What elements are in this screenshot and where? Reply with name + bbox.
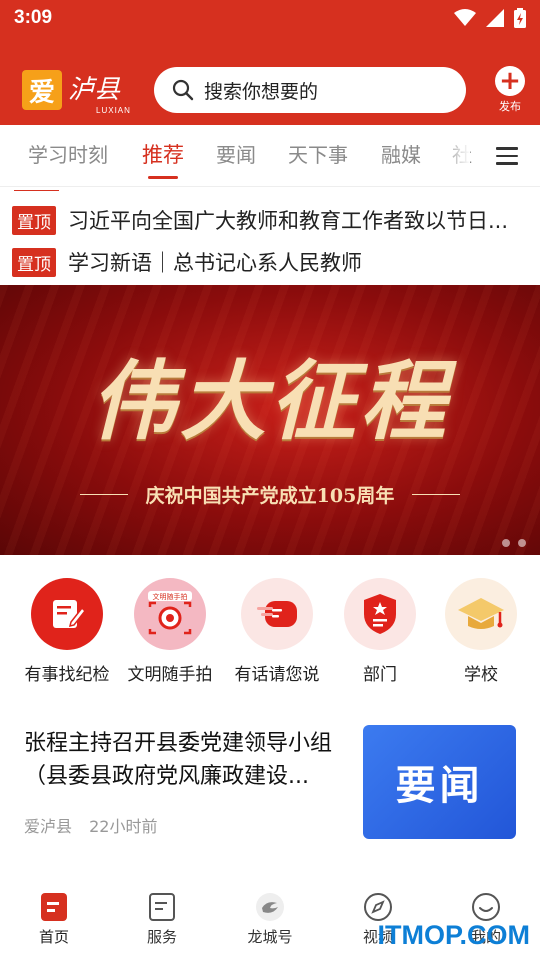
top-bar: 3:09 爱 泸县 LUXIAN 搜索你想要的 + 发布 xyxy=(0,0,540,125)
tab-headlines[interactable]: 要闻 xyxy=(216,139,256,168)
news-source: 爱泸县 xyxy=(24,817,73,836)
system-icons xyxy=(454,8,526,28)
publish-button[interactable]: + 发布 xyxy=(490,66,530,114)
wifi-icon xyxy=(454,9,476,26)
news-title: 张程主持召开县委党建领导小组（县委县政府党风廉政建设... xyxy=(24,731,333,789)
banner-subtitle-row: 庆祝中国共产党成立105周年 xyxy=(0,481,540,508)
banner-title: 伟大征程 xyxy=(90,351,450,452)
search-bar[interactable]: 搜索你想要的 xyxy=(154,67,466,113)
quick-action-label: 有事找纪检 xyxy=(24,665,110,685)
status-time: 3:09 xyxy=(14,7,53,28)
graduation-cap-icon xyxy=(445,578,517,650)
compass-icon xyxy=(363,892,393,922)
pinned-tag: 置顶 xyxy=(12,205,56,235)
tab-study-moment[interactable]: 学习时刻 xyxy=(28,139,108,168)
nav-longcheng[interactable]: 龙城号 xyxy=(230,892,310,947)
menu-icon[interactable] xyxy=(496,147,518,170)
quick-action-label: 部门 xyxy=(363,665,397,685)
shield-icon xyxy=(344,578,416,650)
pin-divider xyxy=(14,190,59,191)
edit-icon xyxy=(31,578,103,650)
service-icon xyxy=(147,892,177,922)
logo-sub: LUXIAN xyxy=(96,106,131,115)
pinned-item[interactable]: 置顶 习近平向全国广大教师和教育工作者致以节日... xyxy=(12,205,532,235)
app-header: 爱 泸县 LUXIAN 搜索你想要的 + 发布 xyxy=(0,66,540,115)
quick-action-departments[interactable]: 部门 xyxy=(328,578,432,685)
battery-icon xyxy=(514,8,526,28)
news-meta: 爱泸县 22小时前 xyxy=(24,813,157,837)
carousel-dot[interactable] xyxy=(502,539,510,547)
tab-recommend[interactable]: 推荐 xyxy=(142,139,184,169)
status-bar: 3:09 xyxy=(0,0,540,36)
search-icon xyxy=(172,79,194,101)
banner-carousel[interactable]: 伟大征程 庆祝中国共产党成立105周年 xyxy=(0,285,540,555)
banner-line-right xyxy=(412,494,461,495)
banner-subtitle: 庆祝中国共产党成立105周年 xyxy=(145,485,395,507)
plus-icon: + xyxy=(495,66,525,96)
news-thumbnail: 要闻 xyxy=(363,725,516,839)
app-logo: 爱 泸县 LUXIAN xyxy=(22,70,130,115)
carousel-dot[interactable] xyxy=(518,539,526,547)
svg-text:文明随手拍: 文明随手拍 xyxy=(153,592,188,601)
logo-name-text: 泸县 xyxy=(68,75,121,105)
quick-action-feedback[interactable]: 有话请您说 xyxy=(225,578,329,685)
message-icon xyxy=(241,578,313,650)
quick-action-civility-photo[interactable]: 文明随手拍 文明随手拍 xyxy=(118,578,222,685)
nav-home[interactable]: 首页 xyxy=(14,892,94,947)
quick-action-discipline[interactable]: 有事找纪检 xyxy=(15,578,119,685)
pinned-tag: 置顶 xyxy=(12,247,56,277)
quick-action-schools[interactable]: 学校 xyxy=(429,578,533,685)
app-screen: 3:09 爱 泸县 LUXIAN 搜索你想要的 + 发布 学习时刻 推荐 要闻 … xyxy=(0,0,540,960)
tab-fade xyxy=(440,125,470,185)
tab-media[interactable]: 融媒 xyxy=(381,139,421,168)
category-tabs: 学习时刻 推荐 要闻 天下事 融媒 社 xyxy=(0,125,540,187)
news-time: 22小时前 xyxy=(89,817,158,836)
quick-action-label: 有话请您说 xyxy=(234,665,320,685)
pinned-item[interactable]: 置顶 学习新语｜总书记心系人民教师 xyxy=(12,247,532,277)
publish-label: 发布 xyxy=(499,100,521,113)
nav-label: 首页 xyxy=(38,928,69,946)
watermark: ITMOP.COM xyxy=(377,920,530,950)
signal-icon xyxy=(486,9,504,27)
news-item[interactable]: 张程主持召开县委党建领导小组（县委县政府党风廉政建设... 爱泸县 22小时前 … xyxy=(0,715,540,855)
smile-icon xyxy=(471,892,501,922)
logo-mark: 爱 xyxy=(22,70,62,110)
tab-active-indicator xyxy=(148,176,178,179)
home-icon xyxy=(39,892,69,922)
quick-action-label: 文明随手拍 xyxy=(127,665,213,685)
quick-actions: 有事找纪检 文明随手拍 文明随手拍 有话请您说 部门 学校 xyxy=(0,578,540,688)
camera-icon: 文明随手拍 xyxy=(134,578,206,650)
nav-service[interactable]: 服务 xyxy=(122,892,202,947)
quick-action-label: 学校 xyxy=(464,665,498,685)
search-placeholder: 搜索你想要的 xyxy=(204,80,319,103)
banner-line-left xyxy=(79,494,128,495)
nav-label: 龙城号 xyxy=(247,928,293,946)
dragon-icon xyxy=(255,892,285,922)
nav-label: 服务 xyxy=(146,928,177,946)
pinned-title: 学习新语｜总书记心系人民教师 xyxy=(68,251,362,275)
pinned-title: 习近平向全国广大教师和教育工作者致以节日... xyxy=(68,209,509,233)
logo-name: 泸县 LUXIAN xyxy=(68,75,130,115)
carousel-dots xyxy=(502,539,526,547)
tab-world[interactable]: 天下事 xyxy=(288,139,348,168)
